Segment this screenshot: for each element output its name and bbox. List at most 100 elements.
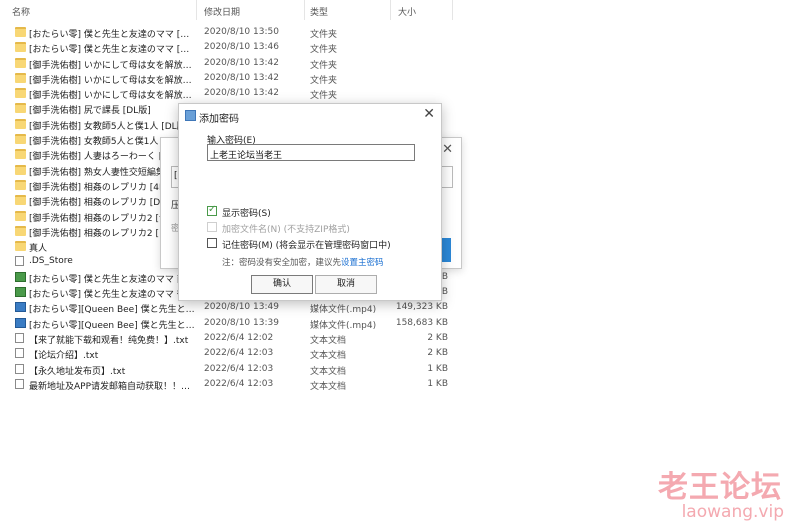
text-file-icon	[15, 363, 24, 374]
file-name: 【来了就能下载和观看！纯免费！】.txt	[29, 335, 189, 346]
file-name: [おたらい零] 僕と先生と友達のママ [含…	[29, 30, 195, 40]
file-size: 149,323 KB	[395, 302, 448, 313]
file-date: 2020/8/10 13:49	[204, 302, 279, 313]
video-file-icon	[15, 302, 26, 313]
close-icon[interactable]: ✕	[442, 142, 453, 157]
folder-icon	[15, 195, 26, 206]
text-file-icon	[15, 378, 24, 389]
file-type: 文件夹	[310, 91, 338, 102]
folder-icon	[15, 103, 26, 114]
text-file-icon	[15, 348, 24, 359]
folder-icon	[15, 164, 26, 175]
file-name: [おたらい零][Queen Bee] 僕と先生と友…	[29, 305, 195, 316]
dialog-title: 添加密码	[199, 114, 239, 125]
file-row[interactable]: 【来了就能下载和观看！纯免费！】.txt 2022/6/4 12:02 文本文档 2 …	[0, 331, 800, 346]
remember-password-label[interactable]: 记住密码(M) (将会显示在管理密码窗口中)	[222, 238, 391, 251]
file-date: 2020/8/10 13:39	[204, 317, 279, 328]
file-row[interactable]: 【论坛介绍】.txt 2022/6/4 12:03 文本文档 2 KB	[0, 346, 800, 361]
cancel-button[interactable]: 取消	[315, 275, 377, 294]
column-name[interactable]: 名称	[12, 5, 30, 18]
set-master-password-link[interactable]: 设置主密码	[341, 258, 384, 268]
file-type: 文件夹	[310, 75, 338, 86]
folder-icon	[15, 27, 26, 37]
file-name: [御手洗佑樹] 女教師5人と僕1人 [DL版	[29, 121, 186, 132]
folder-icon	[15, 179, 26, 190]
ok-button[interactable]: 确认	[251, 275, 313, 294]
watermark-url: laowang.vip	[681, 502, 784, 522]
folder-icon	[15, 134, 26, 145]
remember-password-checkbox[interactable]	[207, 238, 217, 248]
file-date: 2020/8/10 13:46	[204, 42, 279, 53]
file-row[interactable]: 最新地址及APP请发邮箱自动获取！！！… 2022/6/4 12:03 文本文档 1 …	[0, 377, 800, 392]
file-name: 【论坛介绍】.txt	[29, 351, 99, 362]
file-row[interactable]: [御手洗佑樹] いかにして母は女を解放し… 2020/8/10 13:42 文件夹	[0, 56, 800, 71]
folder-icon	[15, 118, 26, 129]
folder-icon	[15, 88, 26, 99]
column-divider[interactable]	[196, 0, 197, 20]
lock-icon	[185, 110, 196, 121]
file-type: 文本文档	[310, 381, 347, 392]
column-divider[interactable]	[390, 0, 391, 20]
security-note: 注：密码没有安全加密，建议先设置主密码	[222, 258, 384, 268]
column-divider[interactable]	[304, 0, 305, 20]
show-password-label[interactable]: 显示密码(S)	[222, 206, 271, 219]
close-icon[interactable]: ✕	[423, 106, 435, 122]
file-type: 文本文档	[310, 335, 347, 346]
file-name: 最新地址及APP请发邮箱自动获取！！！…	[29, 381, 195, 392]
file-name: [御手洗佑樹] いかにして母は女を解放し…	[29, 60, 195, 71]
column-header: 名称 修改日期 类型 大小	[0, 0, 800, 20]
file-size: 2 KB	[427, 332, 448, 343]
file-date: 2022/6/4 12:02	[204, 332, 274, 343]
folder-icon	[15, 149, 26, 160]
file-date: 2020/8/10 13:42	[204, 72, 279, 83]
file-size: 1 KB	[427, 378, 448, 389]
watermark-text: 老王论坛	[658, 470, 782, 505]
file-name: [おたらい零][Queen Bee] 僕と先生と友…	[29, 320, 195, 331]
column-type[interactable]: 类型	[310, 5, 328, 18]
image-file-icon	[15, 287, 26, 298]
file-row[interactable]: 【永久地址发布页】.txt 2022/6/4 12:03 文本文档 1 KB	[0, 362, 800, 377]
file-name: [おたらい零] 僕と先生と友達のママ 後	[29, 290, 186, 301]
add-password-dialog: 添加密码 ✕ 输入密码(E) 上老王论坛当老王 显示密码(S) 加密文件名(N)…	[178, 103, 442, 301]
show-password-checkbox[interactable]	[207, 204, 217, 216]
file-type: 文本文档	[310, 366, 347, 377]
file-name: [御手洗佑樹] いかにして母は女を解放し…	[29, 75, 195, 86]
file-row[interactable]: [おたらい零] 僕と先生と友達のママ [日… 2020/8/10 13:46 文件夹	[0, 40, 800, 55]
text-file-icon	[15, 332, 24, 343]
file-date: 2020/8/10 13:50	[204, 27, 279, 37]
file-row[interactable]: [御手洗佑樹] いかにして母は女を解放し… 2020/8/10 13:42 文件夹	[0, 86, 800, 101]
text-file-icon	[15, 256, 24, 267]
file-type: 文本文档	[310, 351, 347, 362]
file-date: 2022/6/4 12:03	[204, 348, 274, 359]
folder-icon	[15, 72, 26, 83]
encrypt-filenames-label: 加密文件名(N) (不支持ZIP格式)	[222, 225, 350, 235]
folder-icon	[15, 225, 26, 236]
file-type: 文件夹	[310, 60, 338, 71]
file-name: [おたらい零] 僕と先生と友達のママ [日…	[29, 45, 195, 56]
folder-icon	[15, 241, 26, 252]
file-size: 2 KB	[427, 348, 448, 359]
file-row[interactable]: [御手洗佑樹] いかにして母は女を解放し… 2020/8/10 13:42 文件夹	[0, 71, 800, 86]
image-file-icon	[15, 271, 26, 282]
folder-icon	[15, 57, 26, 68]
file-type: 文件夹	[310, 30, 338, 40]
video-file-icon	[15, 317, 26, 328]
file-date: 2022/6/4 12:03	[204, 378, 274, 389]
column-divider[interactable]	[452, 0, 453, 20]
password-input[interactable]: 上老王论坛当老王	[207, 144, 415, 161]
file-date: 2020/8/10 13:42	[204, 57, 279, 68]
file-size: 1 KB	[427, 363, 448, 374]
file-row[interactable]: [おたらい零][Queen Bee] 僕と先生と友… 2020/8/10 13:4…	[0, 300, 800, 315]
file-size: 158,683 KB	[395, 317, 448, 328]
column-size[interactable]: 大小	[398, 5, 416, 18]
file-row[interactable]: [おたらい零][Queen Bee] 僕と先生と友… 2020/8/10 13:3…	[0, 316, 800, 331]
folder-icon	[15, 42, 26, 53]
folder-icon	[15, 210, 26, 221]
file-date: 2022/6/4 12:03	[204, 363, 274, 374]
file-name: 【永久地址发布页】.txt	[29, 366, 126, 377]
file-row[interactable]: [おたらい零] 僕と先生と友達のママ [含… 2020/8/10 13:50 文件夹	[0, 25, 800, 40]
file-name: [御手洗佑樹] 尻で課長 [DL版]	[29, 106, 151, 117]
file-name: [御手洗佑樹] いかにして母は女を解放し…	[29, 91, 195, 102]
column-date[interactable]: 修改日期	[204, 5, 240, 18]
file-type: 媒体文件(.mp4)	[310, 305, 377, 316]
